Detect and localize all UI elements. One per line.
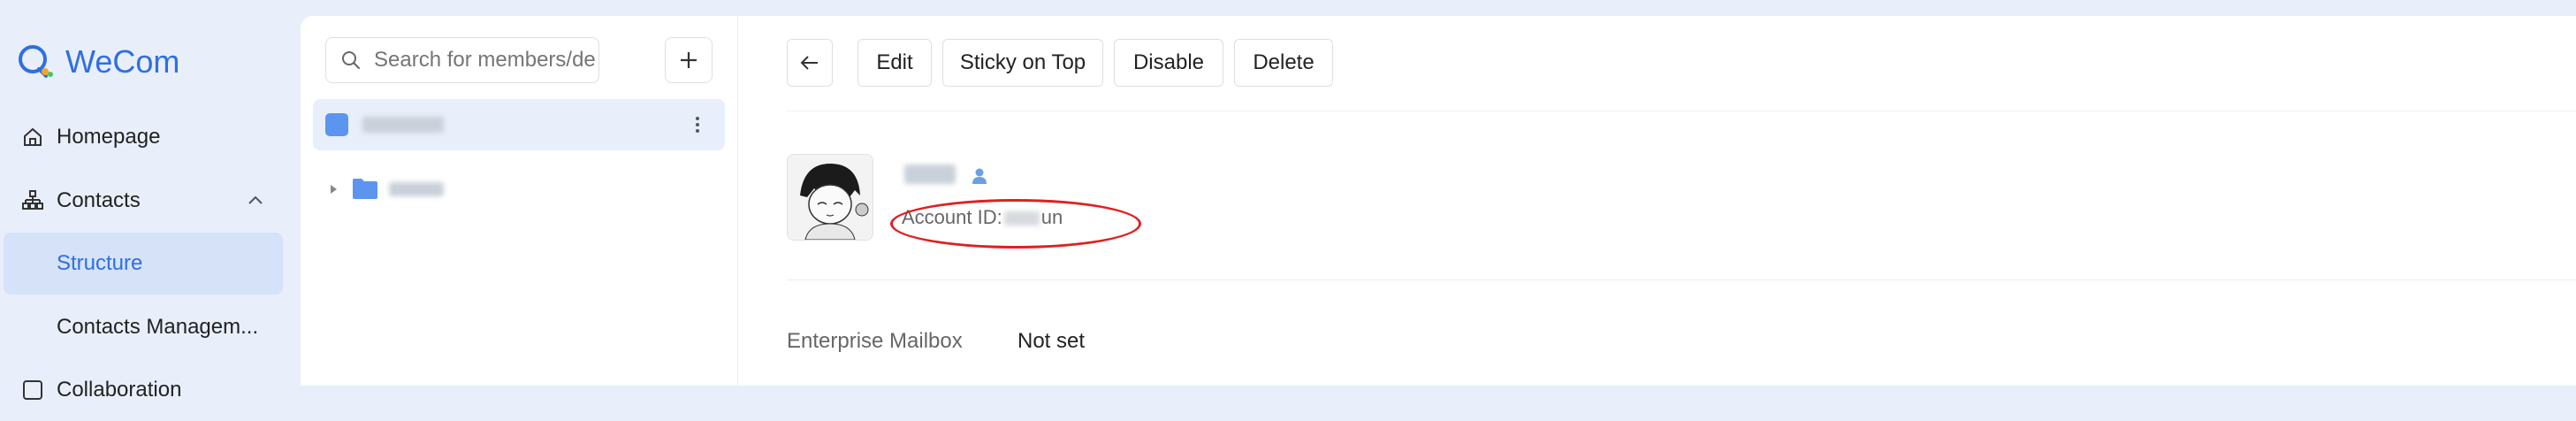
department-name-redacted <box>389 182 444 196</box>
sidebar-item-label: Structure <box>57 251 143 275</box>
home-icon <box>24 127 42 146</box>
search-box[interactable] <box>325 37 599 83</box>
avatar-image <box>788 155 873 240</box>
org-icon <box>325 113 348 136</box>
contacts-icon <box>22 190 43 210</box>
edit-button[interactable]: Edit <box>857 39 932 87</box>
department-row[interactable] <box>313 165 725 214</box>
member-detail-panel: Edit Sticky on Top Disable Delete Accoun… <box>737 16 2576 386</box>
sidebar-item-contacts[interactable]: Contacts <box>4 170 283 232</box>
sticky-on-top-button[interactable]: Sticky on Top <box>942 39 1103 87</box>
sidebar-item-structure[interactable]: Structure <box>4 233 283 295</box>
search-icon <box>342 51 360 69</box>
org-tree-panel <box>301 16 737 386</box>
org-name-redacted <box>362 117 444 133</box>
app-name: WeCom <box>65 43 180 80</box>
back-button[interactable] <box>787 39 833 87</box>
wecom-logo[interactable]: WeCom <box>16 42 179 81</box>
highlight-annotation <box>890 199 1141 249</box>
more-vertical-icon[interactable] <box>686 113 709 136</box>
add-button[interactable] <box>665 37 713 83</box>
avatar[interactable] <box>787 154 873 241</box>
sidebar-item-collaboration[interactable]: Collaboration <box>4 359 283 421</box>
chevron-up-icon[interactable] <box>246 191 265 210</box>
person-icon <box>972 168 987 184</box>
plus-icon <box>681 52 697 68</box>
sidebar-item-homepage[interactable]: Homepage <box>4 106 283 168</box>
disable-button[interactable]: Disable <box>1114 39 1223 87</box>
enterprise-mailbox-value: Not set <box>1017 329 1086 353</box>
sidebar-item-label: Homepage <box>57 125 161 149</box>
enterprise-mailbox-label: Enterprise Mailbox <box>787 329 963 353</box>
search-input[interactable] <box>372 47 597 73</box>
arrow-left-icon <box>800 56 818 70</box>
sidebar-item-label: Contacts Managem... <box>57 315 259 339</box>
delete-button[interactable]: Delete <box>1234 39 1333 87</box>
member-name-redacted <box>904 165 956 184</box>
sidebar-item-label: Collaboration <box>57 378 182 402</box>
sidebar-item-label: Contacts <box>57 188 141 212</box>
collaboration-icon <box>23 380 42 400</box>
caret-right-icon[interactable] <box>327 183 339 195</box>
divider <box>787 279 2576 280</box>
wecom-logo-icon <box>19 45 53 78</box>
org-root-row[interactable] <box>313 99 725 150</box>
folder-icon <box>353 179 377 199</box>
sidebar-item-contacts-management[interactable]: Contacts Managem... <box>4 296 283 358</box>
sidebar: WeCom Homepage Contacts Structure Contac… <box>0 0 301 402</box>
